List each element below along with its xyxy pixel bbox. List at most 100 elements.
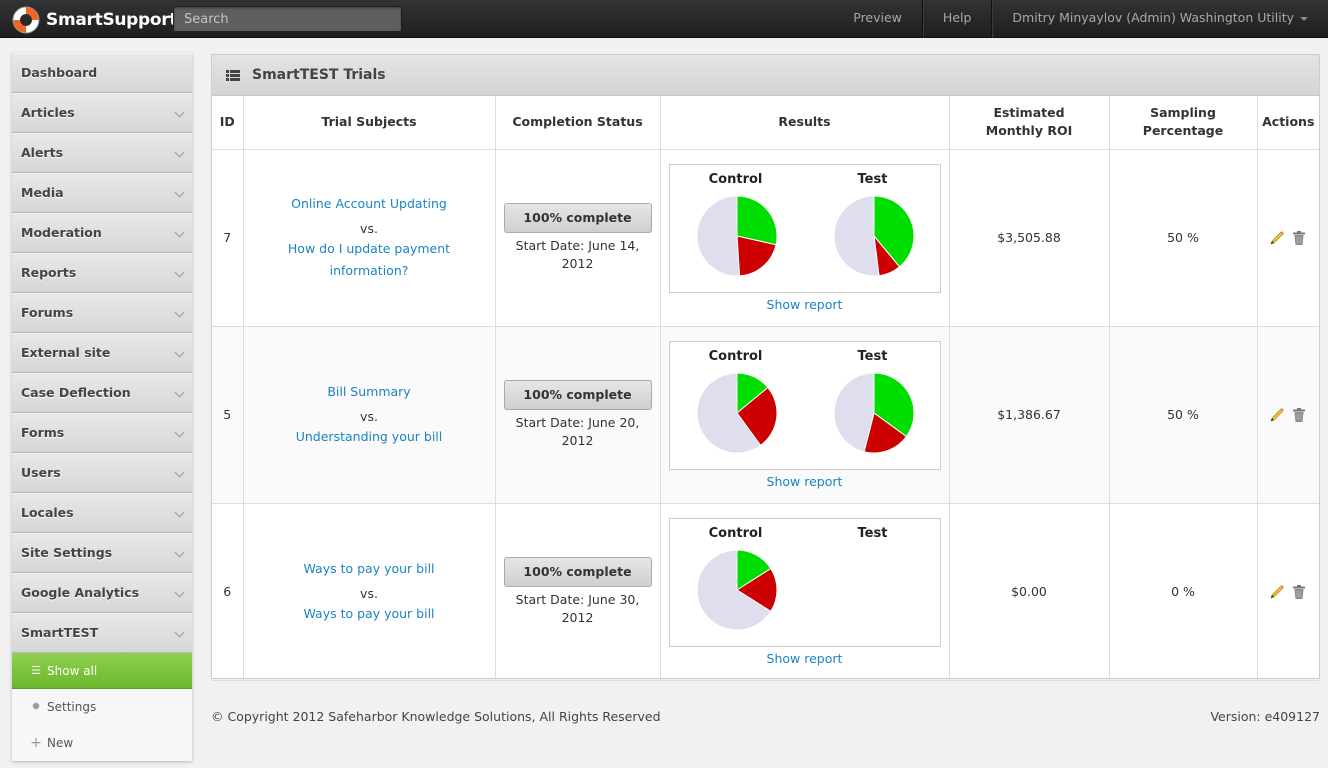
test-pie-chart xyxy=(833,371,914,453)
trial-id-value: 5 xyxy=(223,407,232,422)
column-header-trial-subjects[interactable]: Trial Subjects xyxy=(243,96,496,150)
subject-a-link[interactable]: Online Account Updating xyxy=(291,196,447,211)
chevron-down-icon xyxy=(174,227,185,238)
column-header-id[interactable]: ID xyxy=(212,96,244,150)
sidebar-item-media[interactable]: Media xyxy=(12,173,192,213)
sidebar-item-case-deflection[interactable]: Case Deflection xyxy=(12,373,192,413)
sidebar-item-locales[interactable]: Locales xyxy=(12,493,192,533)
top-nav-links: Preview Help Dmitry Minyaylov (Admin) Wa… xyxy=(833,0,1328,38)
column-header-roi[interactable]: Estimated Monthly ROI xyxy=(949,96,1110,150)
test-pie-chart xyxy=(833,549,915,631)
sidebar-subitem-label: Show all xyxy=(47,663,98,678)
sidebar-subitem-label: Settings xyxy=(47,700,97,714)
sidebar-item-external-site[interactable]: External site xyxy=(12,333,192,373)
footer-copyright: © Copyright 2012 Safeharbor Knowledge So… xyxy=(211,709,661,724)
column-header-sampling[interactable]: Sampling Percentage xyxy=(1109,96,1258,150)
user-menu[interactable]: Dmitry Minyaylov (Admin) Washington Util… xyxy=(991,0,1328,38)
brand-name: SmartSupport xyxy=(46,10,178,30)
show-report-link[interactable]: Show report xyxy=(662,651,948,666)
completion-button[interactable]: 100% complete xyxy=(503,202,652,233)
sidebar-item-google-analytics[interactable]: Google Analytics xyxy=(12,573,192,613)
sidebar-subitem-label: New xyxy=(47,736,74,750)
actions-cell xyxy=(1257,149,1319,327)
subject-a-link[interactable]: Ways to pay your bill xyxy=(303,561,434,576)
sampling-cell: 50 % xyxy=(1109,326,1258,504)
search-input[interactable] xyxy=(173,6,402,32)
roi-value: $0.00 xyxy=(1011,584,1047,599)
edit-pencil-icon[interactable] xyxy=(1269,407,1285,423)
roi-cell: $0.00 xyxy=(949,503,1110,681)
sampling-cell: 0 % xyxy=(1109,503,1258,681)
delete-trash-icon[interactable] xyxy=(1291,230,1307,246)
preview-link[interactable]: Preview xyxy=(833,0,922,38)
chevron-down-icon xyxy=(174,587,185,598)
chevron-down-icon xyxy=(174,107,185,118)
sidebar-item-label: Articles xyxy=(21,105,75,120)
sampling-value: 50 % xyxy=(1167,407,1199,422)
control-label: Control xyxy=(708,348,763,364)
sidebar-item-forums[interactable]: Forums xyxy=(12,293,192,333)
column-header-results[interactable]: Results xyxy=(660,96,950,150)
help-link[interactable]: Help xyxy=(921,0,992,38)
sidebar-item-alerts[interactable]: Alerts xyxy=(12,133,192,173)
completion-status-cell: 100% complete Start Date: June 30, 2012 xyxy=(495,503,661,681)
delete-trash-icon[interactable] xyxy=(1291,407,1307,423)
trial-subjects-cell: Online Account Updating vs. How do I upd… xyxy=(243,149,496,327)
sidebar-item-label: Case Deflection xyxy=(21,385,131,400)
test-label: Test xyxy=(857,171,888,187)
edit-pencil-icon[interactable] xyxy=(1269,584,1285,600)
subject-b-link[interactable]: Ways to pay your bill xyxy=(303,606,434,621)
completion-button[interactable]: 100% complete xyxy=(503,379,652,410)
sidebar-item-dashboard[interactable]: Dashboard xyxy=(12,53,192,93)
column-header-completion-status[interactable]: Completion Status xyxy=(495,96,661,150)
list-icon xyxy=(226,69,240,81)
control-pie-chart xyxy=(696,194,777,276)
sidebar-item-label: Dashboard xyxy=(21,65,98,80)
sampling-cell: 50 % xyxy=(1109,149,1258,327)
trial-subjects-cell: Ways to pay your bill vs. Ways to pay yo… xyxy=(243,503,496,681)
sidebar-subitem-show-all[interactable]: ☰ Show all xyxy=(12,653,192,689)
sidebar-item-label: Reports xyxy=(21,265,77,280)
sidebar-item-articles[interactable]: Articles xyxy=(12,93,192,133)
show-report-link[interactable]: Show report xyxy=(662,297,948,312)
control-pie-chart xyxy=(696,548,777,630)
subject-b-link[interactable]: Understanding your bill xyxy=(296,429,443,444)
actions-cell xyxy=(1257,326,1319,504)
panel-header: SmartTEST Trials xyxy=(212,55,1319,96)
sidebar-item-reports[interactable]: Reports xyxy=(12,253,192,293)
control-pie-chart xyxy=(696,371,777,453)
subject-a-link[interactable]: Bill Summary xyxy=(327,384,410,399)
user-name: Dmitry Minyaylov (Admin) Washington Util… xyxy=(1012,10,1294,25)
edit-pencil-icon[interactable] xyxy=(1269,230,1285,246)
sidebar: Dashboard Articles Alerts Media Moderati… xyxy=(12,53,192,761)
sampling-value: 50 % xyxy=(1167,230,1199,245)
chevron-down-icon xyxy=(174,467,185,478)
sidebar-item-smarttest[interactable]: SmartTEST xyxy=(12,613,192,653)
sidebar-item-label: Users xyxy=(21,465,61,480)
sidebar-item-moderation[interactable]: Moderation xyxy=(12,213,192,253)
start-date: Start Date: June 14, 2012 xyxy=(515,237,640,271)
results-cell: Control Test Show report xyxy=(660,149,950,327)
brand-logo[interactable]: SmartSupportTM xyxy=(11,5,186,35)
sampling-value: 0 % xyxy=(1171,584,1195,599)
trial-subjects-cell: Bill Summary vs. Understanding your bill xyxy=(243,326,496,504)
delete-trash-icon[interactable] xyxy=(1291,584,1307,600)
chevron-down-icon xyxy=(174,267,185,278)
caret-down-icon xyxy=(1300,16,1308,21)
sidebar-item-users[interactable]: Users xyxy=(12,453,192,493)
table-header-row: ID Trial Subjects Completion Status Resu… xyxy=(212,96,1319,150)
lifebuoy-icon xyxy=(12,6,40,34)
sidebar-subitem-new[interactable]: + New xyxy=(12,725,192,761)
sidebar-item-site-settings[interactable]: Site Settings xyxy=(12,533,192,573)
chevron-down-icon xyxy=(174,347,185,358)
sidebar-subitem-settings[interactable]: ✹ Settings xyxy=(12,689,192,725)
completion-button[interactable]: 100% complete xyxy=(503,556,652,587)
results-cell: Control Test Show report xyxy=(660,326,950,504)
subject-b-link[interactable]: How do I update payment information? xyxy=(288,241,450,278)
trial-id-value: 7 xyxy=(223,230,232,245)
control-label: Control xyxy=(708,171,763,187)
sidebar-item-forms[interactable]: Forms xyxy=(12,413,192,453)
show-report-link[interactable]: Show report xyxy=(662,474,948,489)
plus-icon: + xyxy=(30,735,42,751)
trial-id-value: 6 xyxy=(223,584,232,599)
